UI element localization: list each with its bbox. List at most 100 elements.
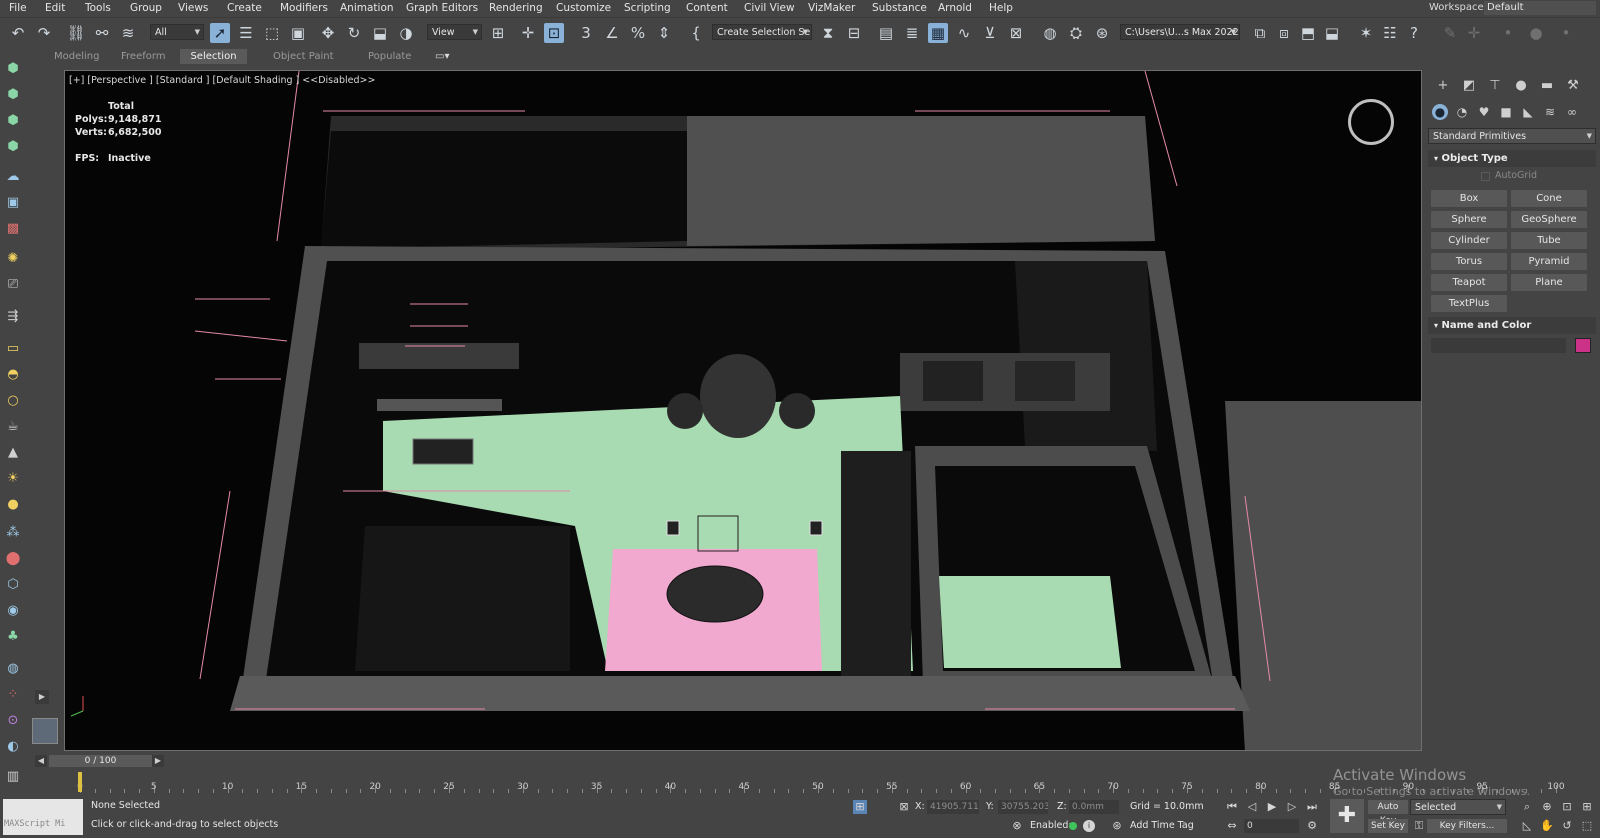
project-set-icon[interactable]: ⧈: [1274, 23, 1294, 43]
container-icon[interactable]: ☁: [4, 168, 22, 186]
viewport-label[interactable]: [+] [Perspective ] [Standard ] [Default …: [69, 75, 375, 86]
render-setup-icon[interactable]: ⛭: [1066, 23, 1086, 43]
maxscript-listener[interactable]: [3, 799, 83, 835]
sphere-button[interactable]: Sphere: [1431, 211, 1507, 228]
select-object-icon[interactable]: ➚: [210, 23, 230, 43]
isolate-selection-icon[interactable]: ⊞: [853, 800, 867, 814]
utilities-tab-icon[interactable]: ⚒: [1565, 78, 1581, 94]
torus-button[interactable]: Torus: [1431, 253, 1507, 270]
undo-icon[interactable]: ↶: [8, 23, 28, 43]
adaptive-degradation-icon[interactable]: ⊗: [1010, 819, 1024, 833]
auto-key-button[interactable]: Auto Key: [1368, 800, 1408, 826]
select-manipulate-icon[interactable]: ✛: [518, 23, 538, 43]
go-to-end-icon[interactable]: ⏭: [1305, 800, 1319, 814]
field-of-view-icon[interactable]: ◺: [1520, 819, 1534, 833]
circle-icon[interactable]: ●: [1526, 23, 1546, 43]
keyboard-shortcut-override-icon[interactable]: ⊡: [544, 23, 564, 43]
menu-help[interactable]: Help: [989, 2, 1013, 14]
shapes-icon[interactable]: ◔: [1454, 104, 1470, 120]
sun-icon[interactable]: ☀: [4, 470, 22, 488]
name-and-color-rollout[interactable]: ▾ Name and Color: [1428, 317, 1596, 334]
display-icon[interactable]: ▣: [4, 194, 22, 212]
pan-icon[interactable]: ✋: [1540, 819, 1554, 833]
selection-filter-dropdown[interactable]: All ▼: [150, 24, 204, 40]
bind-space-warp-icon[interactable]: ≋: [118, 23, 138, 43]
teapot-button[interactable]: Teapot: [1431, 274, 1507, 291]
light-icon[interactable]: ✺: [4, 250, 22, 268]
menu-animation[interactable]: Animation: [340, 2, 394, 14]
menu-graph-editors[interactable]: Graph Editors: [406, 2, 478, 14]
tab-freeform[interactable]: Freeform: [115, 49, 172, 64]
network-icon[interactable]: ⬡: [4, 576, 22, 594]
toggle-ribbon-icon[interactable]: ▦: [928, 23, 948, 43]
menu-group[interactable]: Group: [130, 2, 162, 14]
category-dropdown[interactable]: Standard Primitives ▼: [1428, 128, 1596, 144]
object-type-rollout[interactable]: ▾ Object Type: [1428, 150, 1596, 167]
reference-coordinate-dropdown[interactable]: View ▼: [427, 24, 482, 40]
menu-file[interactable]: File: [9, 2, 27, 14]
rectangular-selection-icon[interactable]: ⬚: [262, 23, 282, 43]
project-save-icon[interactable]: ⬓: [1322, 23, 1342, 43]
circle-primitive-icon[interactable]: ○: [4, 392, 22, 410]
create-tab-icon[interactable]: +: [1435, 78, 1451, 94]
geosphere-button[interactable]: GeoSphere: [1511, 211, 1587, 228]
orb-icon[interactable]: ●: [4, 496, 22, 514]
lights-icon[interactable]: ♥: [1476, 104, 1492, 120]
scene-tool-1-icon[interactable]: ⬢: [4, 60, 22, 78]
named-selection-set-dropdown[interactable]: Create Selection Se ▼: [712, 24, 812, 40]
spacewarps-icon[interactable]: ≋: [1542, 104, 1558, 120]
motion-tab-icon[interactable]: ●: [1513, 78, 1529, 94]
redo-icon[interactable]: ↷: [34, 23, 54, 43]
key-filters-button[interactable]: Key Filters...: [1427, 819, 1507, 833]
tab-modeling[interactable]: Modeling: [48, 49, 106, 64]
menu-rendering[interactable]: Rendering: [489, 2, 543, 14]
spinner-snap-icon[interactable]: ⇕: [654, 23, 674, 43]
curve-editor-icon[interactable]: ∿: [954, 23, 974, 43]
dot-icon[interactable]: •: [1498, 23, 1518, 43]
add-icon[interactable]: ✛: [1464, 23, 1484, 43]
time-slider-next-icon[interactable]: ▶: [152, 755, 164, 767]
pyramid-button[interactable]: Pyramid: [1511, 253, 1587, 270]
sphere-primitive-icon[interactable]: ◓: [4, 366, 22, 384]
tab-object-paint[interactable]: Object Paint: [267, 49, 340, 64]
key-mode-icon[interactable]: ⇔: [1225, 819, 1239, 833]
zoom-all-icon[interactable]: ⊕: [1540, 800, 1554, 814]
x-coordinate-field[interactable]: 41905.711: [927, 800, 979, 814]
time-slider-thumb[interactable]: 0 / 100: [49, 755, 152, 767]
play-icon[interactable]: ▶: [1265, 800, 1279, 814]
colors-icon[interactable]: ⁘: [4, 686, 22, 704]
plant-icon[interactable]: ♣: [4, 628, 22, 646]
edit-named-selection-icon[interactable]: {: [686, 23, 706, 43]
perspective-viewport[interactable]: [+] [Perspective ] [Standard ] [Default …: [64, 70, 1422, 751]
scene-explorer-icon[interactable]: ▤: [876, 23, 896, 43]
scene-tool-4-icon[interactable]: ⬢: [4, 138, 22, 156]
menu-tools[interactable]: Tools: [85, 2, 111, 14]
rendered-frame-window-icon[interactable]: ⊛: [1092, 23, 1112, 43]
modify-tab-icon[interactable]: ◩: [1461, 78, 1477, 94]
viewcube-icon[interactable]: [1348, 99, 1394, 145]
media-icon[interactable]: ▩: [4, 220, 22, 238]
go-to-start-icon[interactable]: ⏮: [1225, 800, 1239, 814]
hierarchy-tab-icon[interactable]: ⊤: [1487, 78, 1503, 94]
list-icon[interactable]: ☷: [1380, 23, 1400, 43]
mirror-icon[interactable]: ⧗: [818, 23, 838, 43]
add-time-tag[interactable]: Add Time Tag: [1130, 820, 1194, 831]
shape-icon[interactable]: ▭: [4, 340, 22, 358]
tab-selection[interactable]: Selection: [180, 49, 247, 64]
z-coordinate-field[interactable]: 0.0mm: [1069, 800, 1119, 814]
rotate-icon[interactable]: ↻: [344, 23, 364, 43]
cameras-icon[interactable]: ■: [1498, 104, 1514, 120]
helper-icon[interactable]: ⇶: [4, 308, 22, 326]
teapot-icon[interactable]: ☕: [4, 418, 22, 436]
plane-button[interactable]: Plane: [1511, 274, 1587, 291]
statistics-icon[interactable]: ▥: [4, 768, 22, 786]
arnold-render-icon[interactable]: ⊙: [4, 712, 22, 730]
select-by-name-icon[interactable]: ☰: [236, 23, 256, 43]
zoom-extents-icon[interactable]: ⊡: [1560, 800, 1574, 814]
key-selection-dropdown[interactable]: Selected ▼: [1410, 799, 1506, 815]
placement-icon[interactable]: ◑: [396, 23, 416, 43]
tool-icon[interactable]: ✎: [1440, 23, 1460, 43]
cone-icon[interactable]: ▲: [4, 444, 22, 462]
project-folder-icon[interactable]: ⧉: [1250, 23, 1270, 43]
systems-icon[interactable]: ∞: [1564, 104, 1580, 120]
